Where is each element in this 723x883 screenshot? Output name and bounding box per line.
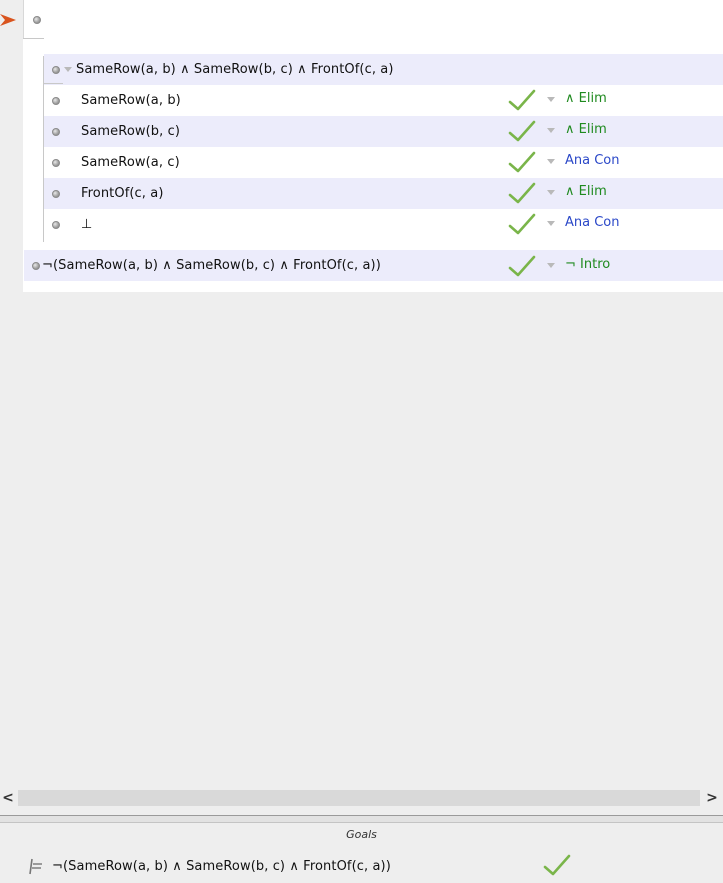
bullet-icon bbox=[52, 127, 60, 136]
check-icon bbox=[508, 89, 536, 111]
scroll-right-arrow-icon[interactable]: > bbox=[704, 789, 720, 807]
check-icon bbox=[508, 120, 536, 142]
step-sentence[interactable]: SameRow(a, c) bbox=[81, 155, 180, 170]
check-icon bbox=[508, 213, 536, 235]
focus-arrow-icon bbox=[0, 14, 16, 26]
rule-dropdown-icon[interactable] bbox=[547, 190, 555, 195]
rule-dropdown-icon[interactable] bbox=[547, 128, 555, 133]
step-sentence[interactable]: SameRow(a, b) bbox=[81, 93, 181, 108]
step-sentence[interactable]: FrontOf(c, a) bbox=[81, 186, 164, 201]
bullet-icon bbox=[32, 261, 40, 270]
step-sentence[interactable]: SameRow(b, c) bbox=[81, 124, 180, 139]
goals-title: Goals bbox=[346, 828, 377, 841]
rule-label[interactable]: ∧ Elim bbox=[565, 122, 607, 137]
rule-dropdown-icon[interactable] bbox=[547, 97, 555, 102]
check-icon bbox=[508, 151, 536, 173]
split-pane-divider[interactable] bbox=[0, 815, 723, 823]
turnstile-icon bbox=[29, 858, 42, 875]
rule-label[interactable]: ∧ Elim bbox=[565, 184, 607, 199]
bullet-icon bbox=[52, 96, 60, 105]
check-icon bbox=[508, 182, 536, 204]
bullet-icon bbox=[52, 65, 60, 74]
premise-bullet[interactable] bbox=[33, 12, 45, 24]
scrollbar-track[interactable] bbox=[18, 790, 700, 806]
goal-item[interactable]: ¬(SameRow(a, b) ∧ SameRow(b, c) ∧ FrontO… bbox=[28, 853, 391, 879]
rule-label[interactable]: Ana Con bbox=[565, 153, 620, 168]
fitch-bar bbox=[23, 38, 44, 39]
assumption-sentence[interactable]: SameRow(a, b) ∧ SameRow(b, c) ∧ FrontOf(… bbox=[76, 62, 394, 77]
step-sentence[interactable]: ⊥ bbox=[81, 217, 92, 232]
proof-step-row[interactable]: SameRow(b, c) bbox=[44, 116, 723, 147]
proof-step-row[interactable]: SameRow(a, b) bbox=[44, 85, 723, 116]
proof-step-row[interactable]: ⊥ bbox=[44, 209, 723, 240]
conclusion-row[interactable]: ¬(SameRow(a, b) ∧ SameRow(b, c) ∧ FrontO… bbox=[24, 250, 723, 281]
subproof-assumption-row[interactable]: SameRow(a, b) ∧ SameRow(b, c) ∧ FrontOf(… bbox=[44, 54, 723, 85]
horizontal-scrollbar[interactable]: < > bbox=[0, 788, 723, 808]
rule-label[interactable]: ∧ Elim bbox=[565, 91, 607, 106]
rule-dropdown-icon[interactable] bbox=[547, 159, 555, 164]
bullet-icon bbox=[52, 189, 60, 198]
premise-divider bbox=[23, 0, 24, 38]
assumption-fitch-bar bbox=[43, 83, 63, 84]
proof-pane: SameRow(a, b) ∧ SameRow(b, c) ∧ FrontOf(… bbox=[0, 0, 723, 788]
proof-step-row[interactable]: FrontOf(c, a) bbox=[44, 178, 723, 209]
rule-label[interactable]: ¬ Intro bbox=[565, 257, 610, 272]
conclusion-sentence[interactable]: ¬(SameRow(a, b) ∧ SameRow(b, c) ∧ FrontO… bbox=[42, 258, 381, 273]
rule-dropdown-icon[interactable] bbox=[547, 263, 555, 268]
proof-step-row[interactable]: SameRow(a, c) bbox=[44, 147, 723, 178]
check-icon bbox=[508, 255, 536, 277]
bullet-icon bbox=[52, 220, 60, 229]
rule-dropdown-icon[interactable] bbox=[547, 221, 555, 226]
rule-label[interactable]: Ana Con bbox=[565, 215, 620, 230]
dropdown-triangle-icon[interactable] bbox=[64, 67, 72, 72]
bullet-icon bbox=[52, 158, 60, 167]
scroll-left-arrow-icon[interactable]: < bbox=[0, 789, 16, 807]
check-icon bbox=[543, 854, 571, 876]
bullet-icon bbox=[33, 15, 41, 24]
goal-sentence: ¬(SameRow(a, b) ∧ SameRow(b, c) ∧ FrontO… bbox=[52, 858, 391, 874]
goals-panel: Goals ¬(SameRow(a, b) ∧ SameRow(b, c) ∧ … bbox=[0, 823, 723, 883]
